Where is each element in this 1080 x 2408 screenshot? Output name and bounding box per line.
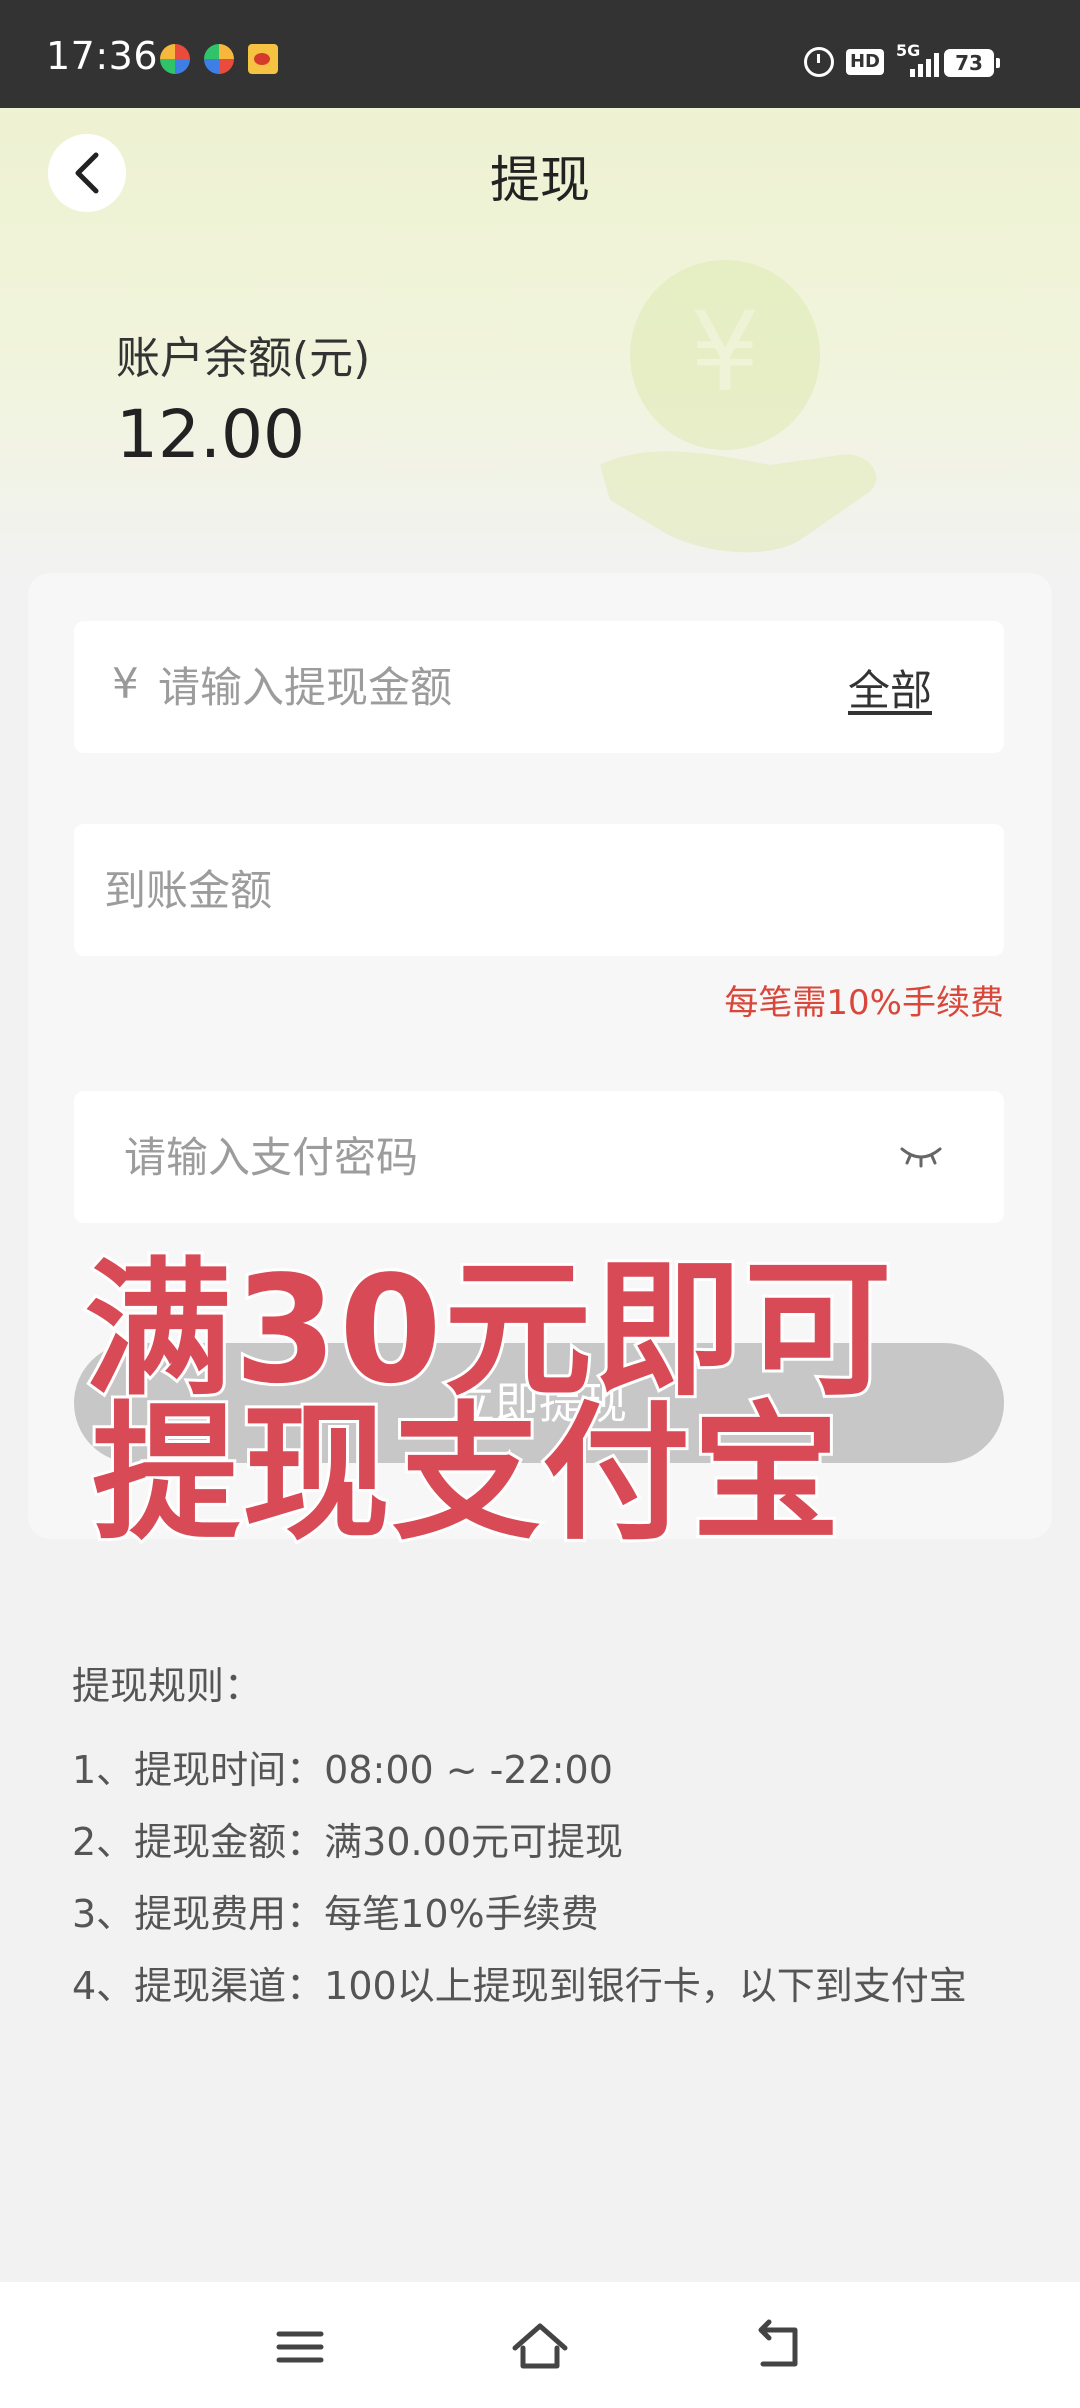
battery-icon: 73 — [944, 49, 1000, 77]
hd-badge: HD — [845, 49, 884, 75]
received-amount-input — [104, 824, 964, 956]
app-notification-icon — [204, 44, 234, 74]
svg-text:¥: ¥ — [690, 288, 760, 416]
network-type: 5G — [896, 41, 921, 60]
app-notification-icon — [160, 44, 190, 74]
status-time: 17:36 — [46, 34, 159, 78]
received-amount-field — [74, 824, 1004, 956]
system-nav-bar — [0, 2282, 1080, 2408]
page-title: 提现 — [490, 151, 590, 209]
alarm-icon — [803, 47, 834, 77]
yen-icon: ¥ — [112, 659, 139, 708]
promo-overlay: 满30元即可 提现支付宝 — [81, 1253, 895, 1560]
status-indicators: HD 5G — [803, 41, 940, 78]
password-input[interactable] — [124, 1091, 884, 1223]
withdraw-all-link[interactable]: 全部 — [848, 657, 932, 718]
eye-closed-icon[interactable] — [898, 1141, 944, 1171]
status-bar: 17:36 HD 5G 73 — [0, 0, 1080, 108]
password-field — [74, 1091, 1004, 1223]
back-nav-icon[interactable] — [745, 2312, 815, 2382]
weibo-notification-icon — [248, 44, 278, 74]
withdraw-rules: 提现规则： 1、提现时间：08:00 ~ -22:00 2、提现金额：满30.0… — [72, 1650, 1022, 2022]
home-icon[interactable] — [505, 2312, 575, 2382]
rule-item: 1、提现时间：08:00 ~ -22:00 — [72, 1748, 613, 1792]
rule-item: 3、提现费用：每笔10%手续费 — [72, 1892, 599, 1936]
fee-note: 每笔需10%手续费 — [724, 983, 1004, 1023]
amount-input[interactable] — [158, 621, 778, 753]
rule-item: 2、提现金额：满30.00元可提现 — [72, 1820, 623, 1864]
balance-value: 12.00 — [116, 396, 305, 473]
balance-label: 账户余额(元) — [116, 333, 371, 384]
rule-item: 4、提现渠道：100以上提现到银行卡，以下到支付宝 — [72, 1964, 967, 2008]
promo-line-2: 提现支付宝 — [89, 1388, 843, 1560]
coin-hand-icon: ¥ — [600, 260, 877, 553]
amount-field: ¥ 全部 — [74, 621, 1004, 753]
signal-icon: 5G — [896, 41, 940, 77]
menu-icon[interactable] — [265, 2312, 335, 2382]
rules-title: 提现规则： — [72, 1664, 263, 1708]
